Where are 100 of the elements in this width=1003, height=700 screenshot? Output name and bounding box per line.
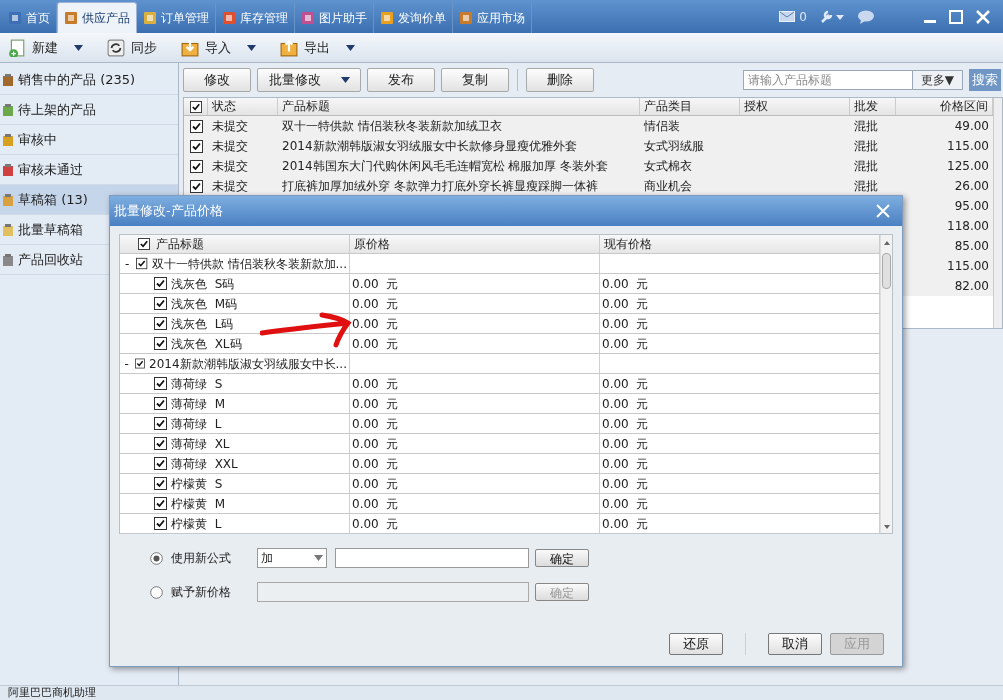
table-cell: 情侣装 (644, 119, 680, 133)
checked-checkbox[interactable] (154, 397, 167, 410)
column-header[interactable]: 现有价格 (604, 235, 652, 253)
checked-checkbox[interactable] (154, 457, 167, 470)
option-label: 赋予新价格 (171, 584, 232, 601)
checked-checkbox[interactable] (189, 139, 203, 153)
table-cell: 2014新款潮韩版淑女羽绒服女中长款修身显瘦优雅外套 (282, 139, 577, 153)
price-cell-text: 0.00 元 (352, 295, 399, 313)
radio-button[interactable] (150, 551, 163, 565)
checked-checkbox[interactable] (189, 100, 202, 113)
folder-icon (2, 102, 14, 117)
variant-label: 浅灰色 M码 (171, 295, 237, 313)
dialog-button[interactable]: 取消 (768, 633, 822, 655)
action-button[interactable]: 发布 (367, 68, 435, 92)
caret-icon (340, 77, 350, 83)
checked-checkbox[interactable] (138, 238, 150, 250)
price-cell-text: 0.00 元 (602, 315, 649, 333)
action-button[interactable]: 修改 (183, 68, 251, 92)
sidebar-item[interactable]: 销售中的产品 (235) (0, 65, 178, 95)
price-cell-text: 0.00 元 (352, 275, 399, 293)
tab-icon (8, 10, 22, 25)
scrollbar[interactable] (993, 98, 1002, 328)
mail-icon[interactable] (779, 11, 796, 22)
variant-label: 薄荷绿 M (171, 395, 225, 413)
scrollbar-thumb[interactable] (882, 253, 891, 289)
checked-checkbox[interactable] (189, 119, 203, 133)
operator-dropdown[interactable]: 加 (257, 548, 327, 568)
table-cell: 115.00 (947, 259, 989, 273)
tree-toggle[interactable]: - (122, 254, 133, 273)
price-cell-text: 0.00 元 (602, 295, 649, 313)
checked-checkbox[interactable] (136, 257, 148, 270)
column-header[interactable]: 状态 (208, 98, 278, 115)
checked-checkbox[interactable] (154, 417, 167, 430)
checked-checkbox[interactable] (154, 297, 167, 310)
caret-icon (346, 44, 355, 51)
folder-icon (2, 162, 14, 177)
action-button[interactable]: 删除 (526, 68, 594, 92)
price-cell-text: 0.00 元 (352, 455, 399, 473)
caret-icon (247, 44, 256, 51)
sidebar-item[interactable]: 待上架的产品 (0, 95, 178, 125)
close-icon[interactable] (876, 204, 890, 218)
new-document-icon (8, 38, 26, 57)
table-cell: 49.00 (954, 119, 989, 133)
checked-checkbox[interactable] (189, 179, 203, 193)
close-icon[interactable] (975, 8, 991, 25)
status-text: 阿里巴巴商机助理 (7, 686, 96, 700)
confirm-button[interactable]: 确定 (535, 549, 589, 567)
more-dropdown[interactable]: 更多▼ (912, 70, 963, 90)
toolbar-button[interactable]: 新建 (4, 35, 87, 60)
folder-icon (2, 192, 14, 207)
column-header[interactable]: 产品标题 (278, 98, 640, 115)
wrench-icon[interactable] (819, 9, 845, 24)
price-cell-text: 0.00 元 (602, 275, 649, 293)
dialog-button[interactable]: 还原 (669, 633, 723, 655)
toolbar-button[interactable]: 导入 (177, 35, 260, 60)
column-header[interactable]: 原价格 (354, 235, 390, 253)
tab[interactable]: 供应产品 (57, 2, 137, 33)
checked-checkbox[interactable] (154, 277, 167, 290)
toolbar-button[interactable]: 同步 (103, 35, 161, 60)
table-cell: 85.00 (954, 239, 989, 253)
checked-checkbox[interactable] (154, 317, 167, 330)
maximize-icon[interactable] (949, 9, 963, 24)
checked-checkbox[interactable] (154, 377, 167, 390)
table-cell: 女式棉衣 (644, 159, 692, 173)
action-button[interactable]: 复制 (441, 68, 509, 92)
table-cell: 115.00 (947, 139, 989, 153)
price-cell-text: 0.00 元 (602, 435, 649, 453)
checked-checkbox[interactable] (154, 337, 167, 350)
column-header[interactable]: 批发 (850, 98, 896, 115)
input-field[interactable] (335, 548, 529, 568)
chat-bubble-icon[interactable] (857, 9, 875, 24)
checked-checkbox[interactable] (135, 357, 145, 370)
table-cell: 商业机会 (644, 179, 692, 193)
checked-checkbox[interactable] (154, 477, 167, 490)
folder-icon (2, 252, 14, 267)
toolbar-button[interactable]: 导出 (276, 35, 359, 60)
checked-checkbox[interactable] (154, 497, 167, 510)
column-header[interactable]: 授权 (740, 98, 850, 115)
scroll-down-icon[interactable] (882, 523, 891, 531)
variant-label: 浅灰色 S码 (171, 275, 235, 293)
sidebar-item[interactable]: 审核中 (0, 125, 178, 155)
tree-toggle[interactable]: - (122, 354, 132, 373)
search-field[interactable]: 请输入产品标题 (743, 70, 913, 90)
checked-checkbox[interactable] (154, 437, 167, 450)
folder-arrow-icon (181, 38, 199, 57)
checked-checkbox[interactable] (189, 159, 203, 173)
price-cell-text: 0.00 元 (602, 335, 649, 353)
column-header[interactable]: 产品类目 (640, 98, 740, 115)
price-cell-text: 0.00 元 (352, 475, 399, 493)
price-cell-text: 0.00 元 (352, 395, 399, 413)
table-cell: 118.00 (947, 219, 989, 233)
checked-checkbox[interactable] (154, 517, 167, 530)
table-cell: 混批 (854, 139, 878, 153)
table-cell: 26.00 (954, 179, 989, 193)
variant-label: 浅灰色 L码 (171, 315, 234, 333)
price-cell-text: 0.00 元 (352, 515, 399, 533)
price-cell-text: 0.00 元 (352, 315, 399, 333)
scroll-up-icon[interactable] (882, 239, 891, 247)
action-button[interactable]: 批量修改 (257, 68, 361, 92)
price-cell-text: 0.00 元 (352, 335, 399, 353)
